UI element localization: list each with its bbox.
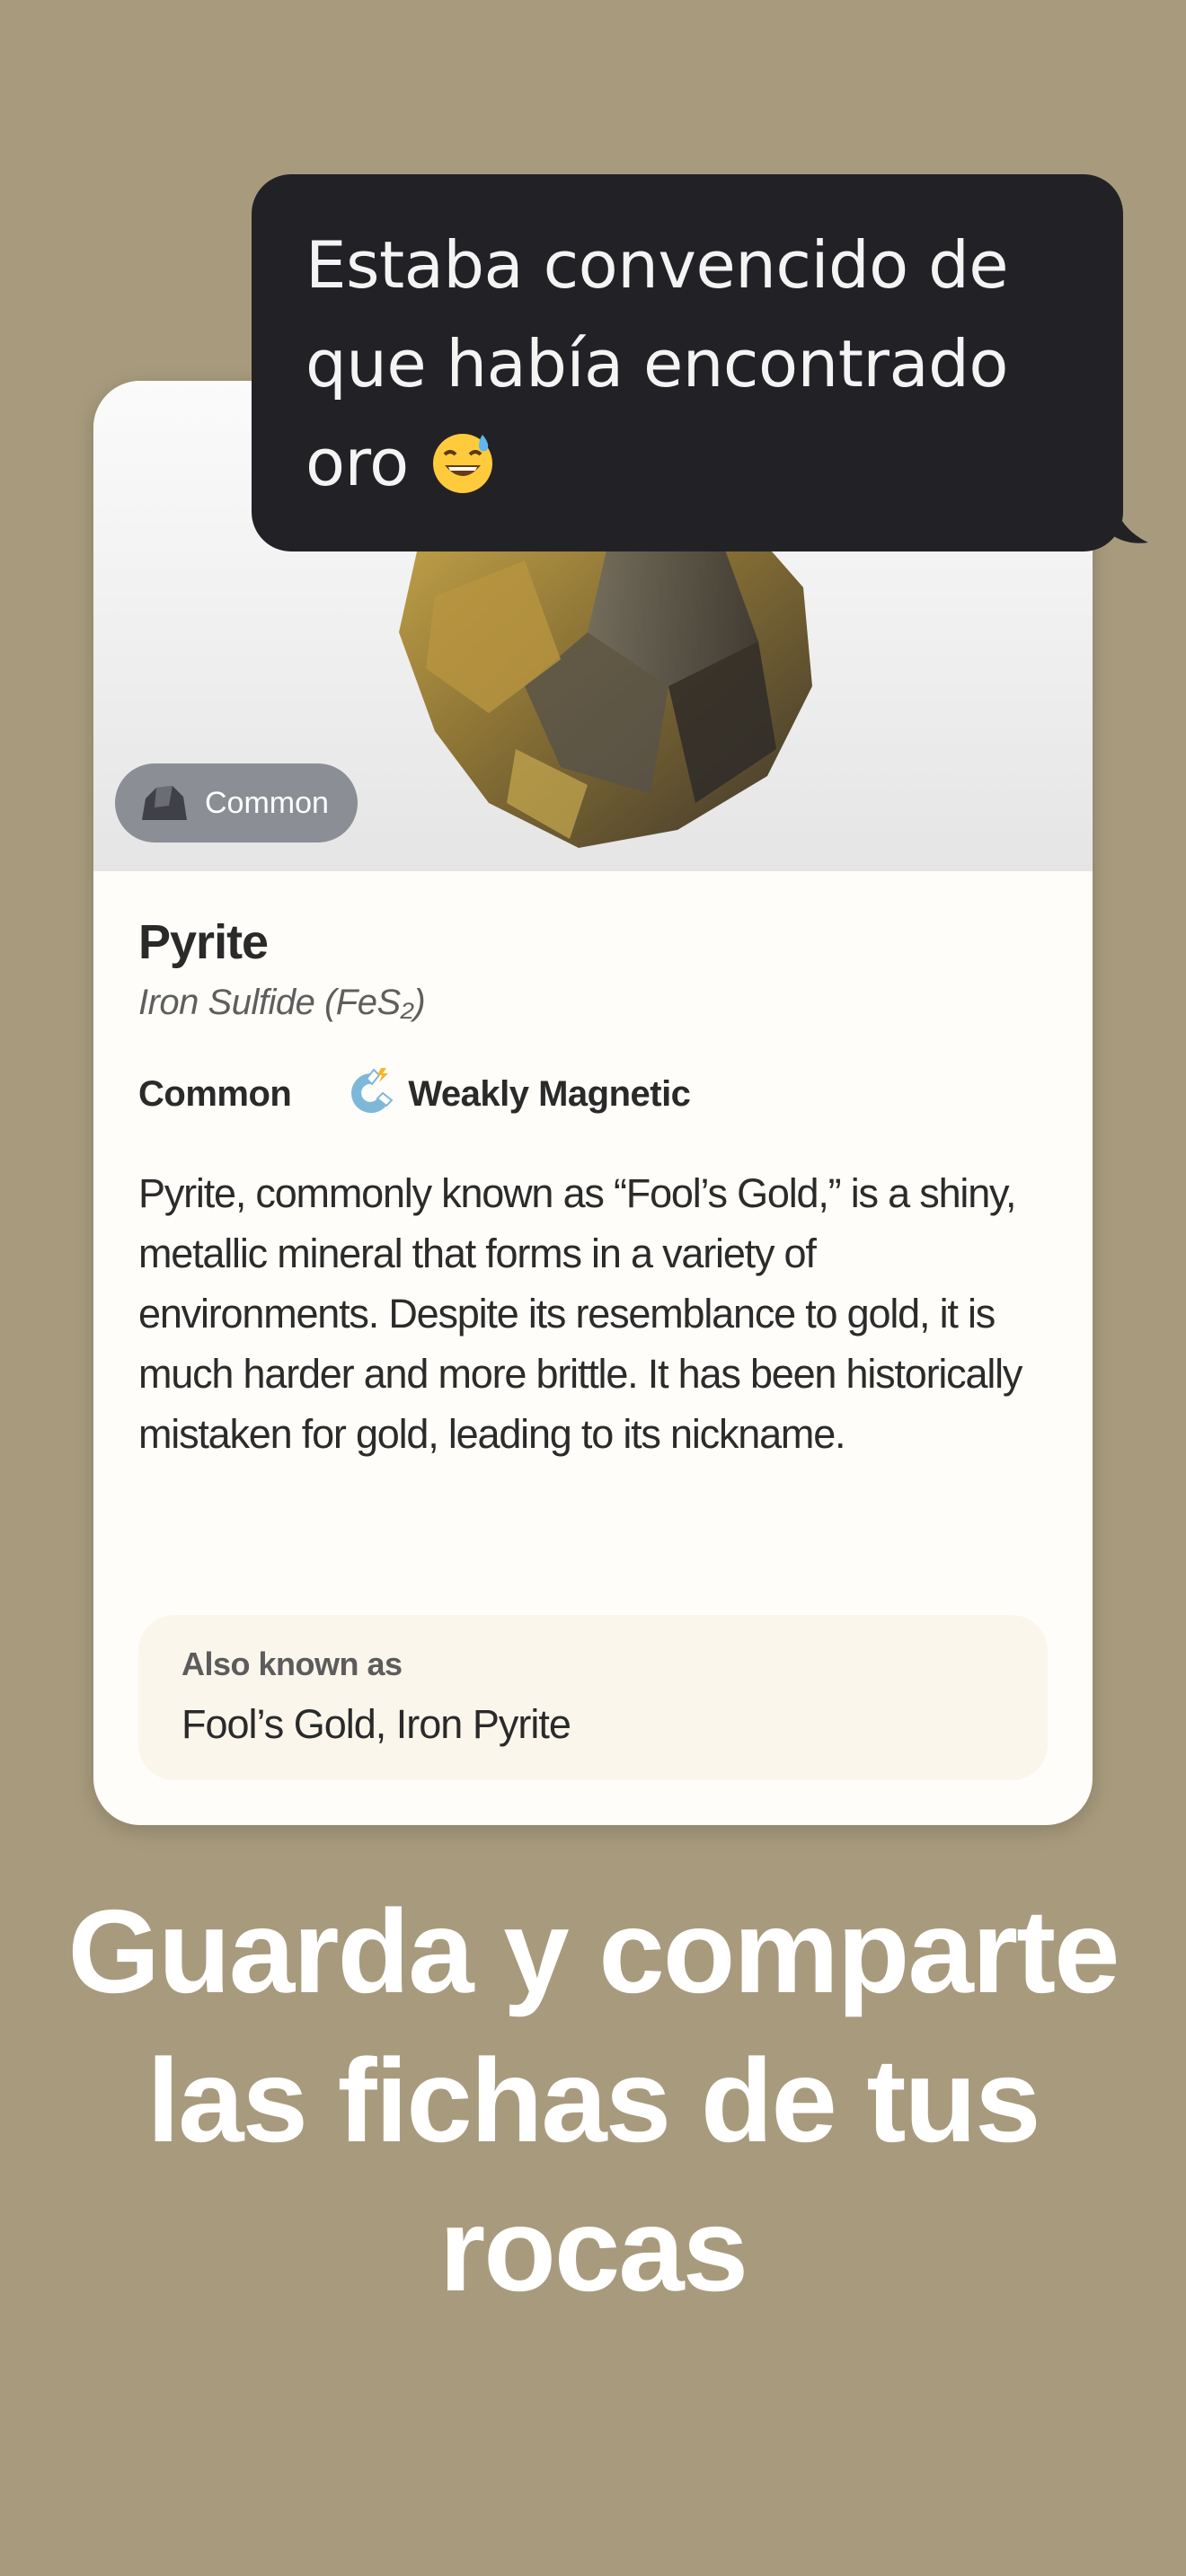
chat-bubble-text: Estaba convencido de que había encontrad… <box>305 227 1009 500</box>
rarity-badge: Common <box>115 763 358 842</box>
rarity-tag: Common <box>138 1073 292 1114</box>
mineral-details: Pyrite Iron Sulfide (FeS₂) Common Weakly… <box>138 871 1048 1464</box>
also-known-as-title: Also known as <box>181 1645 403 1682</box>
rarity-badge-label: Common <box>205 785 329 820</box>
promo-headline: Guarda y comparte las fichas de tus roca… <box>67 1885 1120 2316</box>
also-known-as-value: Fool’s Gold, Iron Pyrite <box>181 1701 571 1747</box>
grinning-face-with-sweat-icon <box>433 434 493 493</box>
mineral-card[interactable]: Common Pyrite Iron Sulfide (FeS₂) Common… <box>93 381 1093 1825</box>
mineral-description: Pyrite, commonly known as “Fool’s Gold,”… <box>138 1170 1022 1457</box>
mineral-name: Pyrite <box>138 915 269 969</box>
mineral-tags: Common Weakly Magnetic <box>138 1063 1048 1125</box>
magnetism-tag: Weakly Magnetic <box>408 1073 691 1114</box>
also-known-as-box: Also known as Fool’s Gold, Iron Pyrite <box>138 1615 1048 1780</box>
chat-bubble-tail <box>1105 503 1148 543</box>
scientific-name: Iron Sulfide (FeS₂) <box>138 983 426 1022</box>
chat-bubble: Estaba convencido de que había encontrad… <box>252 174 1123 551</box>
rock-icon <box>142 786 187 820</box>
magnet-icon <box>351 1068 394 1114</box>
